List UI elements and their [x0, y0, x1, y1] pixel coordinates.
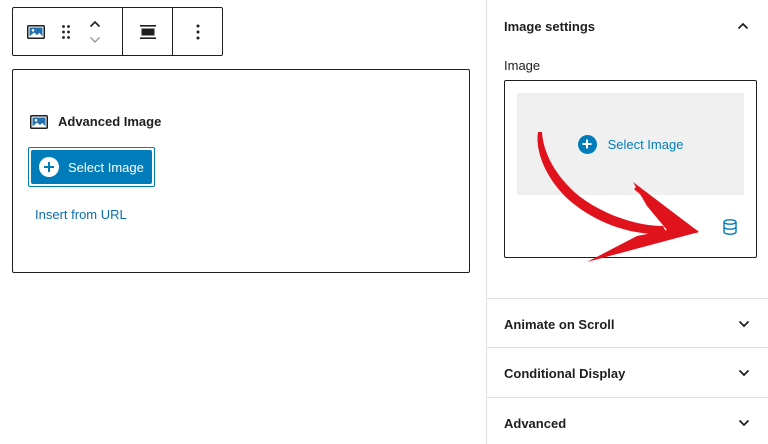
- drag-handle[interactable]: [59, 8, 73, 55]
- toolbar-group-block: [13, 8, 123, 55]
- panel-title: Advanced: [504, 415, 567, 431]
- image-field-label: Image: [504, 58, 541, 73]
- insert-from-url-link[interactable]: Insert from URL: [35, 207, 127, 222]
- settings-sidebar: Image settings Image Select Image Animat…: [486, 0, 768, 444]
- align-button[interactable]: [139, 8, 156, 55]
- dynamic-data-button[interactable]: [720, 217, 740, 237]
- chevron-up-icon: [736, 19, 750, 33]
- animate-on-scroll-toggle[interactable]: Animate on Scroll: [487, 299, 768, 349]
- select-image-label: Select Image: [68, 159, 144, 175]
- image-icon: [27, 24, 45, 39]
- select-image-focus-ring: Select Image: [28, 147, 155, 187]
- more-options-button[interactable]: [196, 8, 200, 55]
- image-settings-title: Image settings: [504, 18, 596, 34]
- sidebar-select-image-button[interactable]: Select Image: [517, 93, 744, 195]
- plus-circle-icon: [39, 157, 59, 177]
- chevron-down-icon: [737, 317, 751, 331]
- block-label: Advanced Image: [30, 114, 161, 129]
- block-title: Advanced Image: [58, 114, 162, 129]
- advanced-panel: Advanced: [487, 397, 768, 444]
- panel-title: Conditional Display: [504, 365, 626, 381]
- advanced-image-block[interactable]: Advanced Image Select Image Insert from …: [12, 69, 470, 273]
- drag-handle-icon: [62, 24, 70, 39]
- image-field: Select Image: [504, 80, 757, 258]
- chevron-down-icon: [737, 416, 751, 430]
- advanced-toggle[interactable]: Advanced: [487, 398, 768, 444]
- panel-title: Animate on Scroll: [504, 316, 615, 332]
- conditional-display-toggle[interactable]: Conditional Display: [487, 348, 768, 398]
- chevron-down-icon[interactable]: [89, 35, 101, 45]
- sidebar-select-image-label: Select Image: [607, 136, 684, 152]
- plus-circle-icon: [577, 134, 597, 154]
- conditional-display-panel: Conditional Display: [487, 347, 768, 397]
- toolbar-group-options: [173, 8, 222, 55]
- block-movers: [73, 8, 117, 55]
- image-icon: [30, 114, 48, 129]
- chevron-up-icon[interactable]: [89, 19, 101, 29]
- block-toolbar: [12, 7, 223, 56]
- align-icon: [139, 24, 156, 39]
- image-settings-panel-toggle[interactable]: Image settings: [487, 0, 768, 52]
- select-image-button[interactable]: Select Image: [31, 150, 152, 184]
- block-type-button[interactable]: [13, 8, 59, 55]
- animate-on-scroll-panel: Animate on Scroll: [487, 298, 768, 348]
- chevron-down-icon: [737, 366, 751, 380]
- database-icon: [723, 219, 737, 235]
- more-options-icon: [196, 24, 199, 39]
- toolbar-group-align: [123, 8, 173, 55]
